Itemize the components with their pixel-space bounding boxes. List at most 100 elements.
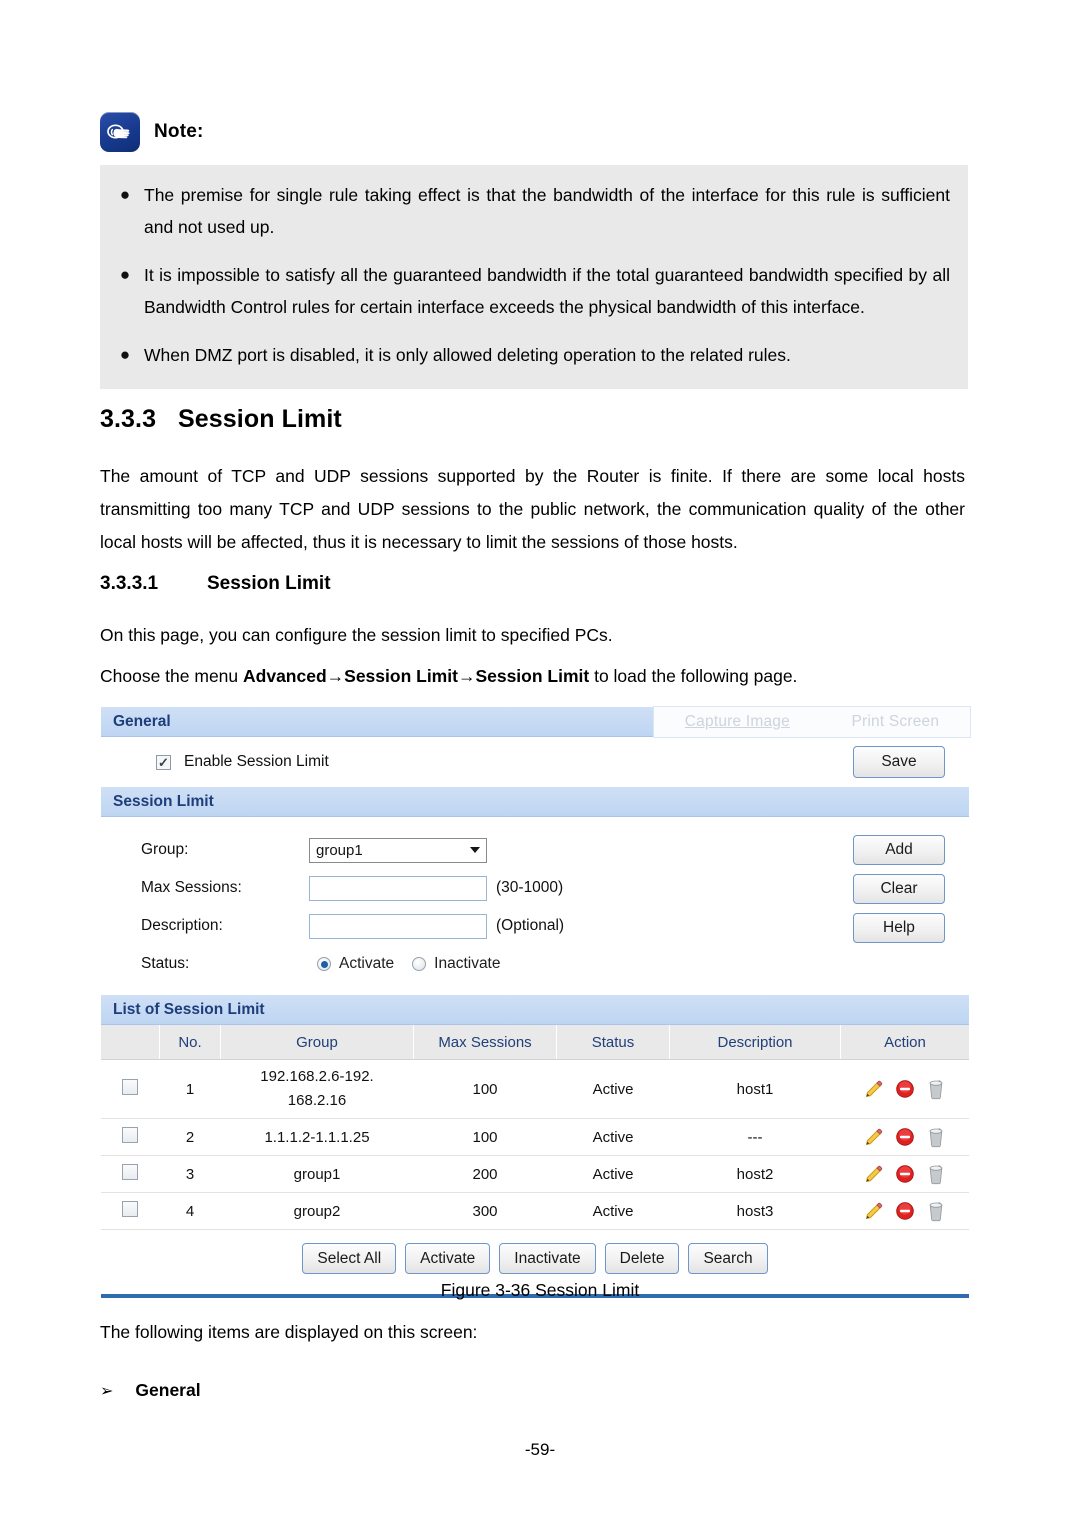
bullet-dot-icon: ● bbox=[119, 345, 131, 364]
group-label: Group: bbox=[141, 841, 189, 858]
select-all-button[interactable]: Select All bbox=[302, 1243, 397, 1274]
subsection-title: Session Limit bbox=[207, 573, 331, 594]
pointing-hand-icon bbox=[100, 112, 140, 152]
row-description: host2 bbox=[669, 1155, 841, 1193]
help-button[interactable]: Help bbox=[853, 913, 945, 943]
search-button[interactable]: Search bbox=[688, 1243, 768, 1274]
row-status: Active bbox=[556, 1192, 670, 1230]
status-label: Status: bbox=[141, 955, 190, 972]
edit-pencil-icon[interactable] bbox=[863, 1201, 884, 1222]
group-select[interactable]: group1 bbox=[309, 837, 487, 863]
row-select-cell bbox=[101, 1192, 160, 1230]
status-activate-label: Activate bbox=[339, 955, 395, 972]
arrow-bullet-icon: ➢ bbox=[100, 1382, 114, 1400]
note-bullet-text: It is impossible to satisfy all the guar… bbox=[144, 265, 950, 317]
page-description-paragraph: On this page, you can configure the sess… bbox=[100, 625, 613, 645]
delete-trash-icon[interactable] bbox=[926, 1163, 946, 1185]
menu-prefix: Choose the menu bbox=[100, 666, 244, 686]
edit-pencil-icon[interactable] bbox=[863, 1127, 884, 1148]
column-header-description: Description bbox=[669, 1025, 841, 1060]
row-select-cell bbox=[101, 1118, 160, 1156]
row-action-cell bbox=[840, 1059, 969, 1119]
router-ui-screenshot: Capture Image Print Screen General ✓ Ena… bbox=[101, 706, 971, 1298]
delete-trash-icon[interactable] bbox=[926, 1200, 946, 1222]
section-heading-333: 3.3.3 Session Limit bbox=[100, 405, 342, 434]
section-title: Session Limit bbox=[178, 405, 342, 433]
disable-circle-icon[interactable] bbox=[895, 1079, 915, 1099]
enable-session-limit-checkbox[interactable]: ✓ bbox=[156, 754, 171, 770]
enable-session-limit-label: Enable Session Limit bbox=[184, 753, 329, 770]
row-group: group1 bbox=[220, 1155, 414, 1193]
row-status: Active bbox=[556, 1059, 670, 1119]
row-action-cell bbox=[840, 1155, 970, 1193]
delete-trash-icon[interactable] bbox=[926, 1078, 946, 1100]
row-group: group2 bbox=[220, 1192, 414, 1230]
table-body: 1 192.168.2.6-192. 168.2.16 100 Active h… bbox=[101, 1059, 970, 1230]
column-header-status: Status bbox=[556, 1025, 670, 1060]
row-checkbox[interactable] bbox=[122, 1164, 139, 1180]
general-section-body: ✓ Enable Session Limit Save bbox=[101, 737, 969, 787]
status-radio-group: Activate Inactivate bbox=[309, 955, 511, 973]
status-activate-radio[interactable] bbox=[317, 957, 331, 971]
inactivate-button[interactable]: Inactivate bbox=[499, 1243, 596, 1274]
max-sessions-label: Max Sessions: bbox=[141, 879, 242, 896]
activate-button[interactable]: Activate bbox=[405, 1243, 491, 1274]
table-row: 3 group1 200 Active host2 bbox=[101, 1155, 970, 1193]
note-header: Note: bbox=[100, 112, 204, 152]
row-select-cell bbox=[101, 1155, 160, 1193]
row-actions bbox=[841, 1163, 970, 1185]
form-side-buttons: Add Clear Help bbox=[853, 835, 945, 943]
row-checkbox[interactable] bbox=[122, 1079, 139, 1095]
table-row: 2 1.1.1.2-1.1.1.25 100 Active --- bbox=[101, 1118, 969, 1156]
general-item-label: General bbox=[135, 1380, 201, 1400]
row-max-sessions: 100 bbox=[413, 1059, 557, 1119]
general-list-item: ➢ General bbox=[100, 1380, 201, 1401]
add-button[interactable]: Add bbox=[853, 835, 945, 865]
note-bullet-text: The premise for single rule taking effec… bbox=[144, 185, 950, 237]
note-bullet-item: ● It is impossible to satisfy all the gu… bbox=[100, 259, 968, 323]
delete-trash-icon[interactable] bbox=[926, 1126, 946, 1148]
figure-caption: Figure 3-36 Session Limit bbox=[440, 1280, 640, 1300]
following-items-paragraph: The following items are displayed on thi… bbox=[100, 1322, 478, 1342]
subsection-number: 3.3.3.1 bbox=[100, 573, 159, 594]
row-status: Active bbox=[556, 1118, 670, 1156]
row-no: 4 bbox=[159, 1192, 221, 1230]
disable-circle-icon[interactable] bbox=[895, 1164, 915, 1184]
delete-button[interactable]: Delete bbox=[604, 1243, 680, 1274]
row-max-sessions: 100 bbox=[413, 1118, 557, 1156]
check-tick-icon: ✓ bbox=[158, 754, 169, 770]
table-row: 1 192.168.2.6-192. 168.2.16 100 Active h… bbox=[101, 1059, 969, 1119]
group-select-value: group1 bbox=[316, 841, 363, 859]
edit-pencil-icon[interactable] bbox=[863, 1164, 884, 1185]
session-limit-section-header: Session Limit bbox=[101, 787, 969, 817]
column-header-group: Group bbox=[220, 1025, 414, 1060]
menu-suffix: to load the following page. bbox=[589, 666, 798, 686]
menu-arrow-2: → bbox=[457, 666, 476, 686]
status-inactivate-radio[interactable] bbox=[412, 957, 427, 971]
note-bullet-item: ● The premise for single rule taking eff… bbox=[100, 179, 968, 243]
max-sessions-hint: (30-1000) bbox=[496, 879, 564, 896]
row-action-cell bbox=[840, 1118, 969, 1156]
edit-pencil-icon[interactable] bbox=[863, 1079, 884, 1100]
description-input[interactable] bbox=[309, 913, 487, 939]
menu-arrow-1: → bbox=[326, 666, 345, 686]
row-description: --- bbox=[669, 1118, 841, 1156]
radio-dot-icon bbox=[416, 961, 423, 968]
disable-circle-icon[interactable] bbox=[895, 1127, 915, 1147]
max-sessions-input[interactable] bbox=[309, 875, 487, 901]
save-button[interactable]: Save bbox=[853, 746, 945, 778]
row-checkbox[interactable] bbox=[122, 1201, 139, 1217]
menu-path-session-limit-2: Session Limit bbox=[475, 666, 590, 686]
row-checkbox[interactable] bbox=[122, 1127, 139, 1143]
note-title: Note: bbox=[154, 121, 204, 142]
row-status: Active bbox=[556, 1155, 670, 1193]
disable-circle-icon[interactable] bbox=[895, 1201, 915, 1221]
row-max-sessions: 300 bbox=[413, 1192, 557, 1230]
list-section-header: List of Session Limit bbox=[101, 995, 969, 1025]
table-header-row: No. Group Max Sessions Status Descriptio… bbox=[101, 1025, 969, 1060]
clear-button[interactable]: Clear bbox=[853, 874, 945, 904]
max-sessions-field-row: Max Sessions: (30-1000) bbox=[101, 869, 969, 907]
session-limit-table: No. Group Max Sessions Status Descriptio… bbox=[101, 1025, 969, 1230]
section-number: 3.3.3 bbox=[100, 405, 157, 433]
general-section-header: General bbox=[101, 707, 969, 737]
